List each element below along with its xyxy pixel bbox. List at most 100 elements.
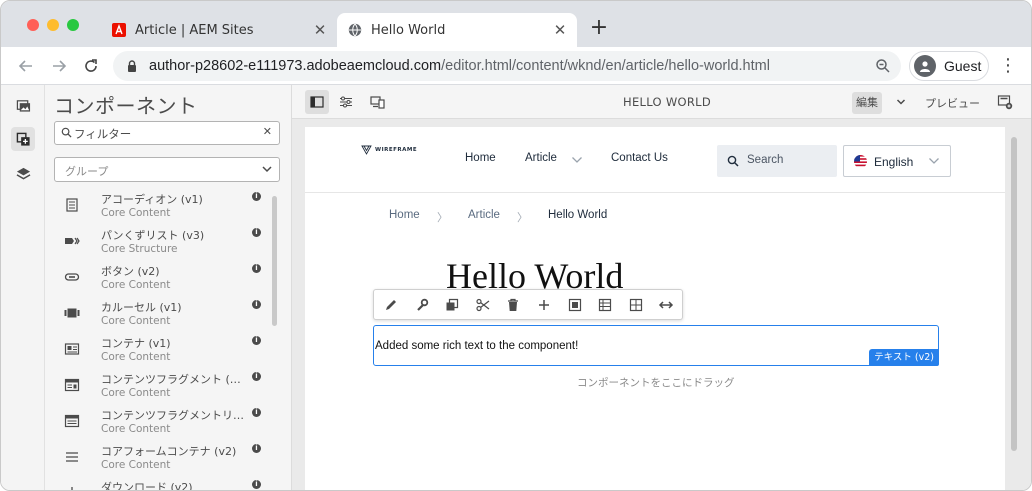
info-icon[interactable]: i: [252, 228, 261, 237]
resize-icon[interactable]: [657, 296, 675, 314]
nav-home[interactable]: Home: [465, 152, 496, 164]
component-group: Core Content: [101, 351, 171, 363]
list-item[interactable]: コアフォームコンテナ (v2) Core Content i: [54, 441, 270, 477]
canvas-scrollbar[interactable]: [1009, 127, 1019, 490]
nav-article[interactable]: Article: [525, 152, 557, 164]
nav-contact[interactable]: Contact Us: [611, 152, 668, 164]
browser-menu-button[interactable]: ⋮: [999, 55, 1017, 77]
content-fragment-icon: [64, 378, 80, 392]
chevron-down-icon: [929, 158, 939, 164]
tab-article[interactable]: Article | AEM Sites ✕: [101, 13, 337, 47]
browser-toolbar: author-p28602-e111973.adobeaemcloud.com/…: [1, 47, 1031, 85]
wireframe-logo-icon: [361, 145, 372, 155]
preview-button[interactable]: プレビュー: [925, 95, 980, 111]
arrow-left-icon: [18, 60, 32, 72]
cut-icon[interactable]: [474, 296, 492, 314]
info-icon[interactable]: i: [252, 264, 261, 273]
info-icon[interactable]: i: [252, 372, 261, 381]
list-item[interactable]: コンテンツフラグメントリ… Core Content i: [54, 405, 270, 441]
toggle-side-panel-button[interactable]: [305, 90, 329, 114]
layout-icon[interactable]: [627, 296, 645, 314]
list-item[interactable]: コンテンツフラグメント (… Core Content i: [54, 369, 270, 405]
site-logo[interactable]: WIREFRAME: [361, 145, 417, 155]
group-icon[interactable]: [566, 296, 584, 314]
group-placeholder: グループ: [65, 165, 109, 178]
info-icon[interactable]: i: [252, 444, 261, 453]
close-window-button[interactable]: [27, 19, 39, 31]
accordion-icon: [66, 198, 78, 212]
list-item[interactable]: コンテナ (v1) Core Content i: [54, 333, 270, 369]
profile-button[interactable]: Guest: [909, 51, 989, 81]
scrollbar-thumb[interactable]: [272, 196, 277, 326]
us-flag-icon: [854, 155, 867, 168]
component-name: ボタン (v2): [101, 265, 160, 278]
address-bar[interactable]: author-p28602-e111973.adobeaemcloud.com/…: [113, 51, 901, 81]
info-icon[interactable]: i: [252, 300, 261, 309]
button-icon: [64, 273, 80, 281]
list-item[interactable]: アコーディオン (v1) Core Content i: [54, 189, 270, 225]
new-tab-button[interactable]: +: [587, 17, 611, 41]
info-icon[interactable]: i: [252, 336, 261, 345]
component-name: コンテンツフラグメント (…: [101, 373, 241, 386]
maximize-window-button[interactable]: [67, 19, 79, 31]
back-button[interactable]: [15, 55, 37, 77]
tab-hello-world[interactable]: Hello World ✕: [337, 13, 577, 47]
breadcrumb-article[interactable]: Article: [468, 209, 500, 221]
annotations-icon[interactable]: [997, 94, 1013, 110]
info-icon[interactable]: i: [252, 408, 261, 417]
info-icon[interactable]: i: [252, 480, 261, 489]
panel-scrollbar[interactable]: [271, 190, 278, 488]
form-container-icon: [66, 452, 78, 462]
layers-icon[interactable]: [11, 161, 35, 185]
component-group: Core Content: [101, 279, 171, 291]
list-item[interactable]: ダウンロード (v2) i: [54, 477, 270, 490]
minimize-window-button[interactable]: [47, 19, 59, 31]
language-selector[interactable]: English: [843, 145, 951, 177]
filter-input[interactable]: フィルター ✕: [54, 121, 280, 145]
breadcrumb-icon: [65, 237, 80, 245]
emulator-button[interactable]: [365, 90, 389, 114]
text-component[interactable]: Added some rich text to the component! テ…: [373, 325, 939, 366]
configure-icon[interactable]: [413, 296, 431, 314]
rich-text-content[interactable]: Added some rich text to the component!: [375, 340, 578, 352]
breadcrumb-home[interactable]: Home: [389, 209, 420, 221]
assets-icon[interactable]: [11, 93, 35, 117]
adobe-icon: [111, 22, 127, 38]
drop-zone-hint[interactable]: コンポーネントをここにドラッグ: [577, 375, 735, 390]
zoom-icon[interactable]: [875, 58, 891, 74]
forward-button[interactable]: [48, 55, 70, 77]
insert-icon[interactable]: [535, 296, 553, 314]
browser-window: Article | AEM Sites ✕ Hello World ✕ + au…: [0, 0, 1032, 491]
components-icon[interactable]: [11, 127, 35, 151]
site-search-input[interactable]: Search: [717, 145, 837, 177]
arrow-right-icon: [53, 60, 67, 72]
component-name: コンテンツフラグメントリ…: [101, 409, 244, 422]
component-group: Core Content: [101, 459, 171, 471]
breadcrumb-separator: 〉: [437, 211, 448, 224]
parent-icon[interactable]: [596, 296, 614, 314]
chevron-down-icon[interactable]: [571, 155, 583, 165]
group-select[interactable]: グループ: [54, 157, 280, 182]
chevron-down-icon[interactable]: [895, 96, 907, 108]
close-tab-button[interactable]: ✕: [549, 19, 571, 41]
logo-text: WIREFRAME: [375, 147, 418, 153]
close-tab-button[interactable]: ✕: [309, 19, 331, 41]
reload-button[interactable]: [80, 55, 102, 77]
clear-filter-button[interactable]: ✕: [263, 125, 272, 138]
info-icon[interactable]: i: [252, 192, 261, 201]
mode-selector[interactable]: 編集: [852, 92, 882, 114]
delete-icon[interactable]: [504, 296, 522, 314]
component-name: カルーセル (v1): [101, 301, 182, 314]
edit-icon[interactable]: [382, 296, 400, 314]
component-group: Core Content: [101, 387, 171, 399]
copy-icon[interactable]: [443, 296, 461, 314]
scrollbar-thumb[interactable]: [1011, 137, 1017, 451]
list-item[interactable]: ボタン (v2) Core Content i: [54, 261, 270, 297]
component-group: Core Content: [101, 315, 171, 327]
page-properties-button[interactable]: [334, 90, 358, 114]
side-rail: [1, 85, 45, 490]
list-item[interactable]: カルーセル (v1) Core Content i: [54, 297, 270, 333]
panel-title: コンポーネント: [54, 94, 198, 118]
lock-icon: [128, 60, 136, 72]
list-item[interactable]: パンくずリスト (v3) Core Structure i: [54, 225, 270, 261]
